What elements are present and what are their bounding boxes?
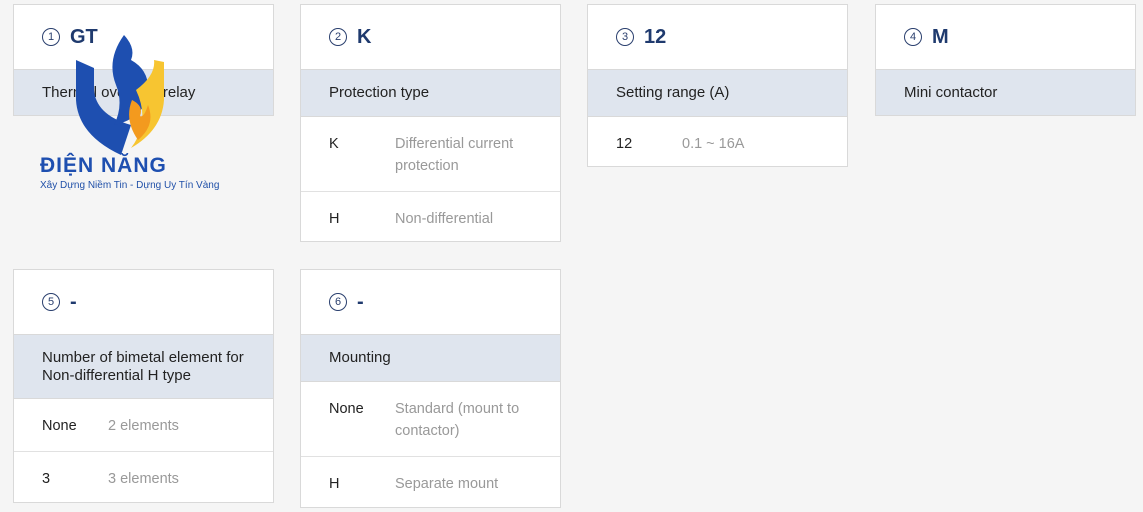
card-2: 2 K Protection type K Differential curre… (300, 4, 561, 242)
card-header: 4 M (876, 5, 1135, 69)
card-title: Mounting (301, 334, 560, 382)
option-key: H (329, 211, 340, 227)
code-value: 12 (644, 25, 667, 48)
option-key: H (329, 476, 340, 492)
step-number: 4 (904, 28, 922, 46)
option-key: None (329, 401, 364, 417)
code-value: GT (70, 25, 98, 48)
option-row: 3 3 elements (14, 451, 273, 502)
code-value: K (357, 25, 372, 48)
card-title: Mini contactor (876, 69, 1135, 116)
card-6: 6 - Mounting None Standard (mount to con… (300, 269, 561, 508)
card-header: 6 - (301, 270, 560, 334)
option-row: None Standard (mount to contactor) (301, 382, 560, 456)
card-3: 3 12 Setting range (A) 12 0.1 ~ 16A (587, 4, 848, 167)
option-row: None 2 elements (14, 399, 273, 451)
card-title: Thermal overload relay (14, 69, 273, 116)
option-row: H Non-differential (301, 191, 560, 242)
step-number: 1 (42, 28, 60, 46)
option-value: Differential current protection (395, 136, 514, 174)
option-key: 3 (42, 471, 51, 487)
option-value: 0.1 ~ 16A (682, 136, 745, 152)
card-header: 5 - (14, 270, 273, 334)
step-number: 5 (42, 293, 60, 311)
card-title: Protection type (301, 69, 560, 117)
option-row: K Differential current protection (301, 117, 560, 191)
card-title: Number of bimetal element for Non-differ… (14, 334, 273, 399)
option-value: 2 elements (108, 418, 179, 434)
card-1: 1 GT Thermal overload relay (13, 4, 274, 116)
option-value: Separate mount (395, 476, 499, 492)
logo-title: ĐIỆN NĂNG (40, 154, 167, 177)
option-key: K (329, 136, 339, 152)
step-number: 3 (616, 28, 634, 46)
code-value: M (932, 25, 949, 48)
code-value: - (357, 290, 364, 313)
option-value: Non-differential (395, 211, 494, 227)
card-title: Setting range (A) (588, 69, 847, 117)
option-key: 12 (616, 136, 633, 152)
option-row: H Separate mount (301, 456, 560, 507)
card-header: 3 12 (588, 5, 847, 69)
option-value: Standard (mount to contactor) (395, 401, 520, 439)
card-4: 4 M Mini contactor (875, 4, 1136, 116)
step-number: 2 (329, 28, 347, 46)
step-number: 6 (329, 293, 347, 311)
card-header: 1 GT (14, 5, 273, 69)
option-value: 3 elements (108, 471, 179, 487)
logo-subtitle: Xây Dựng Niềm Tin - Dựng Uy Tín Vàng (40, 180, 220, 191)
card-header: 2 K (301, 5, 560, 69)
code-value: - (70, 290, 77, 313)
option-key: None (42, 418, 77, 434)
card-5: 5 - Number of bimetal element for Non-di… (13, 269, 274, 503)
option-row: 12 0.1 ~ 16A (588, 117, 847, 166)
